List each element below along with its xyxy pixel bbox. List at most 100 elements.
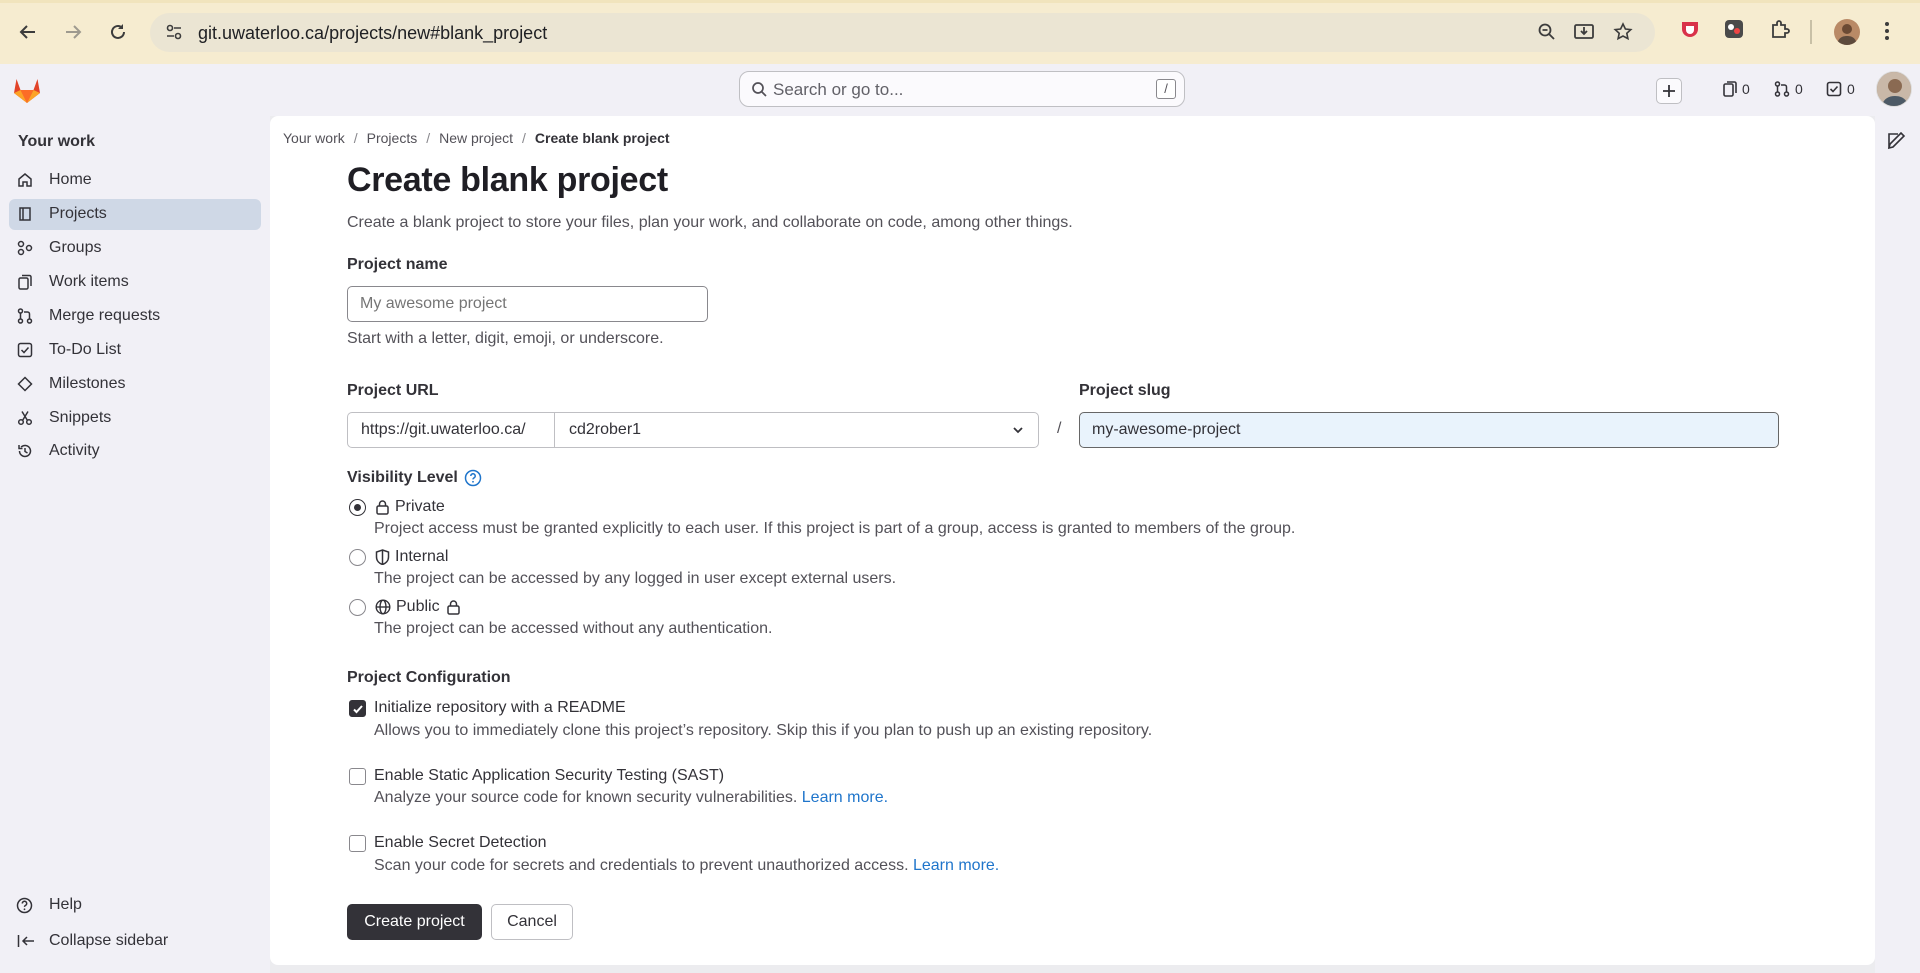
zoom-icon[interactable] bbox=[1537, 22, 1557, 42]
project-slug-label: Project slug bbox=[1079, 382, 1171, 399]
breadcrumb-projects[interactable]: Projects bbox=[367, 130, 418, 146]
sidebar-item-groups[interactable]: Groups bbox=[9, 233, 261, 264]
breadcrumb-your-work[interactable]: Your work bbox=[283, 130, 345, 146]
readme-label[interactable]: Initialize repository with a README bbox=[374, 699, 626, 717]
reload-button[interactable] bbox=[101, 15, 135, 49]
visibility-public-description: The project can be accessed without any … bbox=[374, 620, 773, 637]
history-icon bbox=[17, 443, 33, 459]
project-icon bbox=[17, 206, 33, 222]
arrow-right-icon bbox=[66, 25, 82, 39]
address-bar[interactable]: git.uwaterloo.ca/projects/new#blank_proj… bbox=[150, 13, 1655, 52]
secret-detection-description: Scan your code for secrets and credentia… bbox=[374, 857, 999, 875]
question-circle-icon[interactable] bbox=[464, 469, 482, 487]
visibility-public-radio[interactable] bbox=[349, 599, 366, 616]
sidebar-item-work-items[interactable]: Work items bbox=[9, 267, 261, 298]
merge-requests-counter[interactable]: 0 bbox=[1774, 81, 1803, 97]
visibility-internal-radio[interactable] bbox=[349, 549, 366, 566]
url-slash: / bbox=[1057, 420, 1062, 437]
sidebar: Your work Home Projects Groups Work item… bbox=[0, 116, 270, 973]
visibility-level-label: Visibility Level bbox=[347, 469, 482, 487]
work-items-icon bbox=[17, 274, 33, 290]
sidebar-item-label: Work items bbox=[49, 273, 129, 290]
project-name-help: Start with a letter, digit, emoji, or un… bbox=[347, 330, 664, 347]
breadcrumb: Your work / Projects / New project / Cre… bbox=[283, 130, 670, 146]
extensions-puzzle-icon[interactable] bbox=[1769, 18, 1791, 40]
browser-menu-icon[interactable] bbox=[1884, 20, 1890, 42]
todos-count: 0 bbox=[1847, 81, 1855, 97]
sidebar-help[interactable]: Help bbox=[9, 890, 261, 921]
gitlab-top-bar: Search or go to... / 0 0 0 bbox=[0, 64, 1920, 116]
project-url-label: Project URL bbox=[347, 382, 439, 399]
project-name-input[interactable] bbox=[347, 286, 708, 322]
todos-counter[interactable]: 0 bbox=[1826, 81, 1855, 97]
breadcrumb-current[interactable]: Create blank project bbox=[535, 130, 670, 146]
extension-grammar-icon[interactable] bbox=[1723, 18, 1745, 40]
shield-icon bbox=[375, 549, 390, 565]
secret-detection-learn-more-link[interactable]: Learn more. bbox=[913, 857, 999, 874]
search-shortcut-key: / bbox=[1156, 79, 1176, 99]
visibility-public-option[interactable]: Public bbox=[375, 598, 461, 616]
visibility-private-description: Project access must be granted explicitl… bbox=[374, 520, 1296, 537]
secret-detection-description-text: Scan your code for secrets and credentia… bbox=[374, 857, 909, 874]
sast-label[interactable]: Enable Static Application Security Testi… bbox=[374, 767, 724, 785]
arrow-left-icon bbox=[19, 25, 35, 39]
project-configuration-label: Project Configuration bbox=[347, 669, 511, 686]
merge-requests-count: 0 bbox=[1795, 81, 1803, 97]
visibility-private-radio[interactable] bbox=[349, 499, 366, 516]
site-info-icon[interactable] bbox=[164, 22, 184, 42]
page-title: Create blank project bbox=[347, 161, 668, 199]
issues-icon bbox=[1723, 81, 1737, 97]
collapse-sidebar-button[interactable]: Collapse sidebar bbox=[9, 926, 261, 957]
extension-shield-icon[interactable] bbox=[1679, 18, 1701, 40]
global-search-input[interactable]: Search or go to... / bbox=[739, 71, 1185, 107]
breadcrumb-separator: / bbox=[426, 130, 431, 146]
merge-request-icon bbox=[1774, 81, 1790, 97]
collapse-left-icon bbox=[17, 933, 35, 949]
url-text[interactable]: git.uwaterloo.ca/projects/new#blank_proj… bbox=[198, 23, 547, 44]
help-icon bbox=[16, 897, 33, 914]
sidebar-item-label: Activity bbox=[49, 442, 100, 459]
help-label: Help bbox=[49, 896, 82, 913]
snippet-icon bbox=[17, 410, 33, 426]
create-new-button[interactable] bbox=[1656, 78, 1682, 104]
sidebar-item-milestones[interactable]: Milestones bbox=[9, 369, 261, 400]
sast-learn-more-link[interactable]: Learn more. bbox=[802, 789, 888, 806]
create-project-button[interactable]: Create project bbox=[347, 904, 482, 940]
browser-profile-avatar[interactable] bbox=[1834, 19, 1860, 45]
main-content: Your work / Projects / New project / Cre… bbox=[270, 116, 1875, 965]
sidebar-item-activity[interactable]: Activity bbox=[9, 436, 261, 467]
issues-counter[interactable]: 0 bbox=[1723, 81, 1750, 97]
sast-checkbox[interactable] bbox=[349, 768, 366, 785]
bookmark-star-icon[interactable] bbox=[1613, 22, 1633, 42]
cancel-button[interactable]: Cancel bbox=[491, 904, 573, 940]
sidebar-item-projects[interactable]: Projects bbox=[9, 199, 261, 230]
merge-request-icon bbox=[17, 308, 33, 324]
visibility-internal-option[interactable]: Internal bbox=[375, 548, 448, 566]
secret-detection-label[interactable]: Enable Secret Detection bbox=[374, 834, 547, 852]
back-button[interactable] bbox=[11, 15, 45, 49]
sidebar-item-label: Milestones bbox=[49, 375, 126, 392]
sast-description-text: Analyze your source code for known secur… bbox=[374, 789, 798, 806]
right-panel-strip bbox=[1875, 116, 1920, 973]
install-app-icon[interactable] bbox=[1573, 22, 1595, 42]
edit-feedback-icon[interactable] bbox=[1887, 130, 1907, 150]
forward-button[interactable] bbox=[56, 15, 90, 49]
visibility-private-option[interactable]: Private bbox=[375, 498, 445, 516]
plus-icon bbox=[1663, 85, 1675, 97]
readme-checkbox[interactable] bbox=[349, 700, 366, 717]
toolbar-divider bbox=[1810, 20, 1812, 44]
reload-icon bbox=[111, 24, 125, 39]
sidebar-item-home[interactable]: Home bbox=[9, 165, 261, 196]
globe-icon bbox=[375, 599, 391, 615]
gitlab-logo-icon[interactable] bbox=[12, 76, 42, 104]
browser-chrome: git.uwaterloo.ca/projects/new#blank_proj… bbox=[0, 0, 1920, 64]
sidebar-item-merge-requests[interactable]: Merge requests bbox=[9, 301, 261, 332]
breadcrumb-new-project[interactable]: New project bbox=[439, 130, 513, 146]
user-avatar[interactable] bbox=[1876, 71, 1912, 107]
sidebar-item-snippets[interactable]: Snippets bbox=[9, 403, 261, 434]
lock-icon bbox=[446, 599, 461, 615]
namespace-select[interactable]: cd2rober1 bbox=[554, 412, 1039, 448]
project-slug-input[interactable]: my-awesome-project bbox=[1079, 412, 1779, 448]
secret-detection-checkbox[interactable] bbox=[349, 835, 366, 852]
sidebar-item-todo-list[interactable]: To-Do List bbox=[9, 335, 261, 366]
